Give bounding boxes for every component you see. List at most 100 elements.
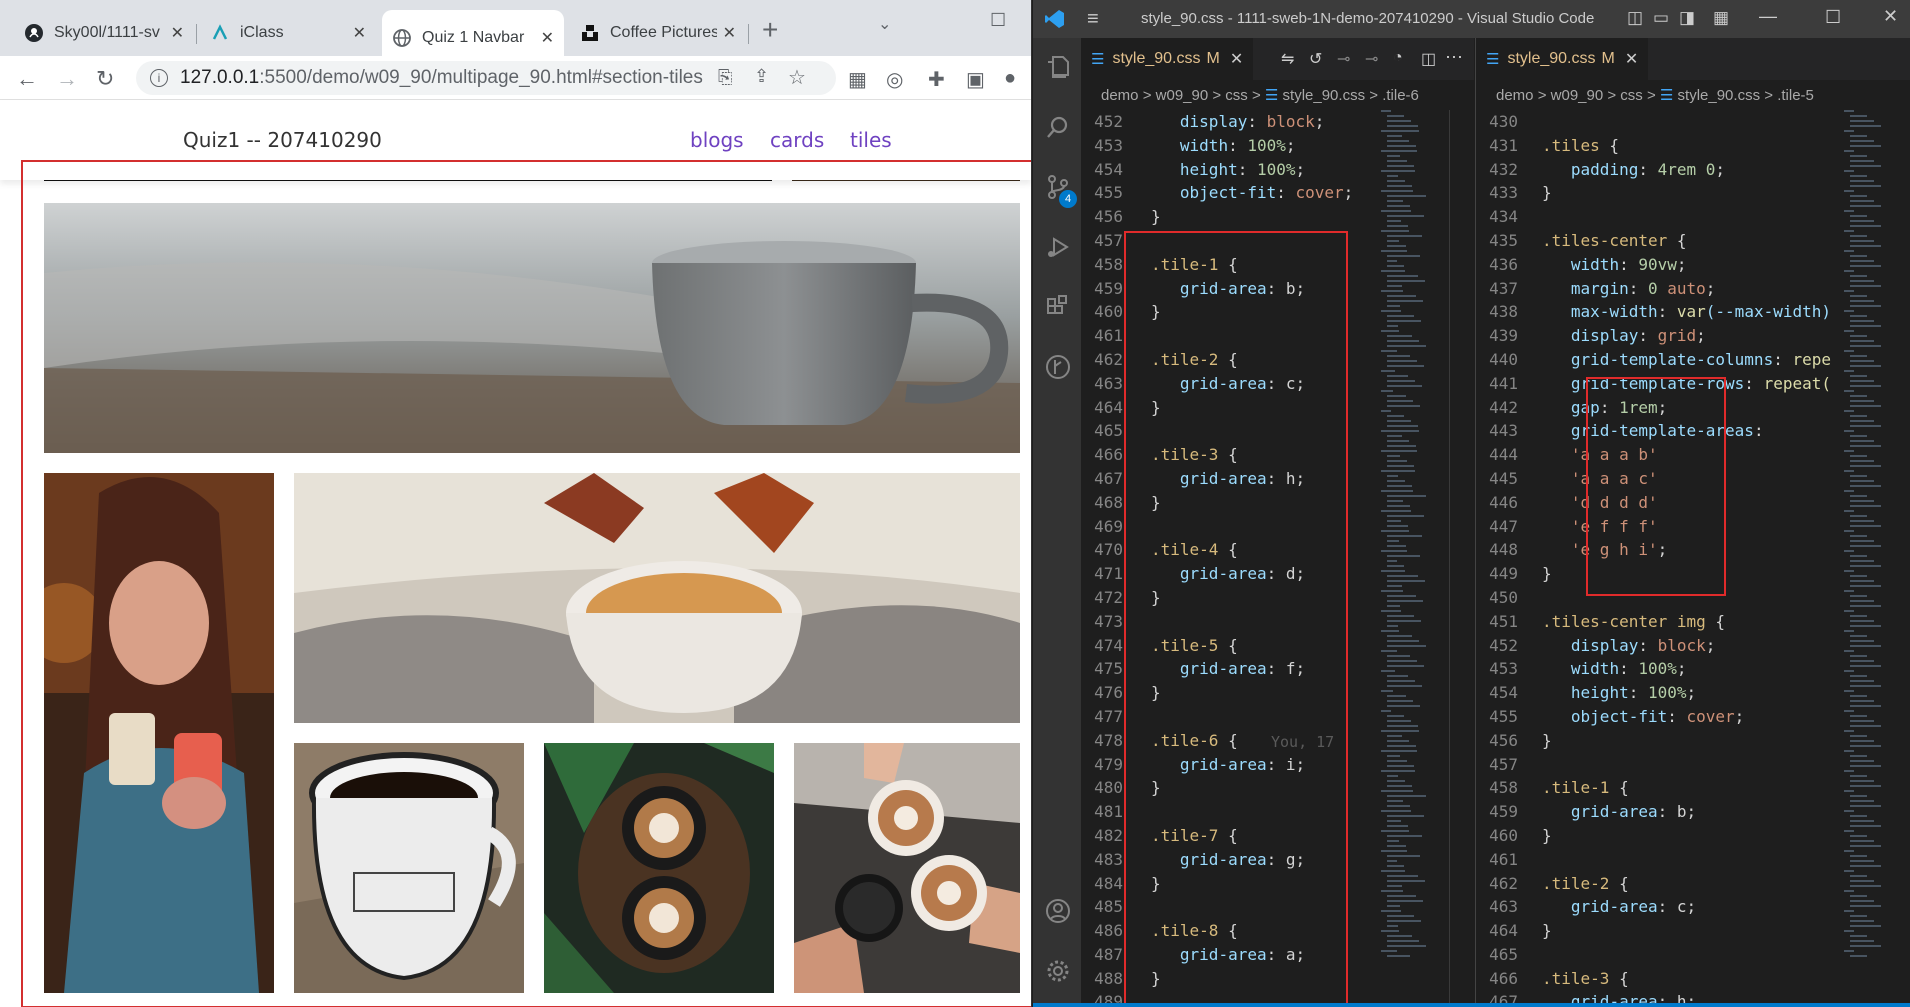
explorer-icon[interactable] (1045, 54, 1071, 80)
minimap-line (1850, 420, 1874, 422)
minimap-line (1850, 135, 1867, 137)
code-text: } (1151, 397, 1161, 417)
minimap-line (1387, 680, 1415, 682)
minimap-line (1844, 490, 1854, 492)
file-tab[interactable]: ☰ style_90.css M ✕ (1081, 38, 1254, 80)
timeline-icon[interactable]: ◔ (1393, 49, 1403, 67)
minimap-line (1381, 950, 1397, 952)
maximize-icon[interactable]: ☐ (990, 10, 1006, 31)
minimap-line (1381, 430, 1419, 432)
address-bar[interactable]: i 127.0.0.1:5500/demo/w09_90/multipage_9… (136, 61, 836, 95)
minimap-line (1387, 915, 1414, 917)
breadcrumb-item[interactable]: demo (1101, 87, 1139, 104)
maximize-icon[interactable]: ☐ (1825, 7, 1841, 28)
split-editor-icon[interactable]: ◫ (1421, 49, 1436, 69)
previous-change-icon[interactable]: ⊸ (1337, 49, 1350, 69)
minimap-line (1850, 475, 1867, 477)
new-tab-button[interactable]: + (762, 14, 778, 46)
puzzle-icon[interactable]: ✚ (928, 67, 945, 92)
close-icon[interactable]: ✕ (1230, 49, 1243, 69)
minimap-line (1844, 350, 1854, 352)
minimap-line (1844, 790, 1854, 792)
breadcrumb-item[interactable]: .tile-5 (1777, 87, 1814, 104)
code-text: } (1151, 207, 1161, 227)
git-graph-icon[interactable] (1045, 354, 1071, 380)
close-icon[interactable]: ✕ (353, 23, 366, 43)
close-icon[interactable]: ✕ (541, 28, 554, 48)
minimap-line (1387, 415, 1404, 417)
line-number: 456 (1489, 730, 1518, 750)
minimize-icon[interactable]: — (1759, 6, 1777, 27)
scrollbar-track[interactable] (1449, 110, 1450, 1007)
extension-icon[interactable]: ▦ (848, 67, 867, 92)
nav-link-cards[interactable]: cards (770, 128, 824, 152)
reload-icon[interactable]: ↻ (96, 66, 114, 92)
breadcrumb-item[interactable]: style_90.css (1283, 87, 1366, 104)
code-text: width: 100%; (1179, 135, 1296, 155)
nav-link-tiles[interactable]: tiles (850, 128, 892, 152)
minimap-line (1387, 820, 1401, 822)
sidepanel-icon[interactable]: ▣ (966, 67, 985, 92)
code-text: } (1542, 921, 1552, 941)
bookmark-star-icon[interactable]: ☆ (788, 65, 806, 90)
account-icon[interactable] (1045, 898, 1071, 924)
minimap-line (1387, 840, 1399, 842)
share-icon[interactable]: ⇪ (754, 66, 769, 87)
breadcrumb-item[interactable]: .tile-6 (1382, 87, 1419, 104)
extension-icon[interactable]: ◎ (886, 67, 903, 92)
layout-icon[interactable]: ◫ (1627, 8, 1643, 28)
menu-icon[interactable]: ≡ (1087, 8, 1099, 31)
layout-grid-icon[interactable]: ▦ (1713, 8, 1729, 28)
settings-gear-icon[interactable] (1045, 958, 1071, 984)
code-text: } (1542, 730, 1552, 750)
more-actions-icon[interactable]: ⋯ (1445, 47, 1463, 68)
translate-icon[interactable]: ⎘ (718, 67, 732, 88)
history-icon[interactable]: ↺ (1309, 49, 1322, 69)
nav-link-blogs[interactable]: blogs (690, 128, 744, 152)
breadcrumb-item[interactable]: demo (1496, 87, 1534, 104)
profile-icon[interactable]: ● (1004, 67, 1016, 90)
minimap[interactable] (1381, 110, 1441, 1007)
tab-iclass[interactable]: iClass ✕ (200, 12, 376, 54)
minimap-line (1850, 675, 1867, 677)
minimap-line (1850, 600, 1874, 602)
minimap[interactable] (1844, 110, 1896, 1007)
search-icon[interactable] (1045, 114, 1071, 140)
minimap-line (1387, 545, 1406, 547)
breadcrumb-item[interactable]: w09_90 (1551, 87, 1604, 104)
tab-coffee-pictures[interactable]: Coffee Pictures ✕ (570, 12, 746, 54)
info-icon[interactable]: i (150, 69, 168, 87)
minimap-line (1850, 875, 1867, 877)
minimap-line (1381, 270, 1405, 272)
breadcrumb-item[interactable]: css (1225, 87, 1248, 104)
minimap-line (1387, 875, 1418, 877)
minimap-line (1850, 845, 1881, 847)
breadcrumb-item[interactable]: w09_90 (1156, 87, 1209, 104)
line-number: 462 (1489, 873, 1518, 893)
chevron-down-icon[interactable]: ⌄ (878, 14, 891, 34)
minimap-line (1387, 885, 1402, 887)
run-debug-icon[interactable] (1045, 234, 1071, 260)
close-icon[interactable]: ✕ (723, 23, 736, 43)
layout-icon[interactable]: ▭ (1653, 8, 1669, 28)
minimap-line (1844, 150, 1854, 152)
tile-image-woman-coffee (44, 473, 274, 993)
tab-github[interactable]: Sky00l/1111-sv ✕ (14, 12, 194, 54)
forward-arrow-icon[interactable]: → (56, 66, 78, 92)
close-icon[interactable]: ✕ (171, 23, 184, 43)
code-text: grid-template-areas: (1570, 421, 1764, 441)
close-icon[interactable]: ✕ (1625, 49, 1638, 69)
close-icon[interactable]: ✕ (1883, 6, 1898, 27)
minimap-line (1850, 895, 1867, 897)
compare-changes-icon[interactable]: ⇋ (1281, 49, 1294, 69)
layout-icon[interactable]: ◨ (1679, 8, 1695, 28)
file-tab[interactable]: ☰ style_90.css M ✕ (1476, 38, 1649, 80)
site-brand[interactable]: Quiz1 -- 207410290 (183, 128, 382, 152)
extensions-icon[interactable] (1045, 294, 1071, 320)
breadcrumb-item[interactable]: style_90.css (1678, 87, 1761, 104)
minimap-line (1850, 720, 1874, 722)
minimap-line (1387, 235, 1422, 237)
back-arrow-icon[interactable]: ← (16, 66, 38, 92)
breadcrumb-item[interactable]: css (1620, 87, 1643, 104)
next-change-icon[interactable]: ⊸ (1365, 49, 1378, 69)
